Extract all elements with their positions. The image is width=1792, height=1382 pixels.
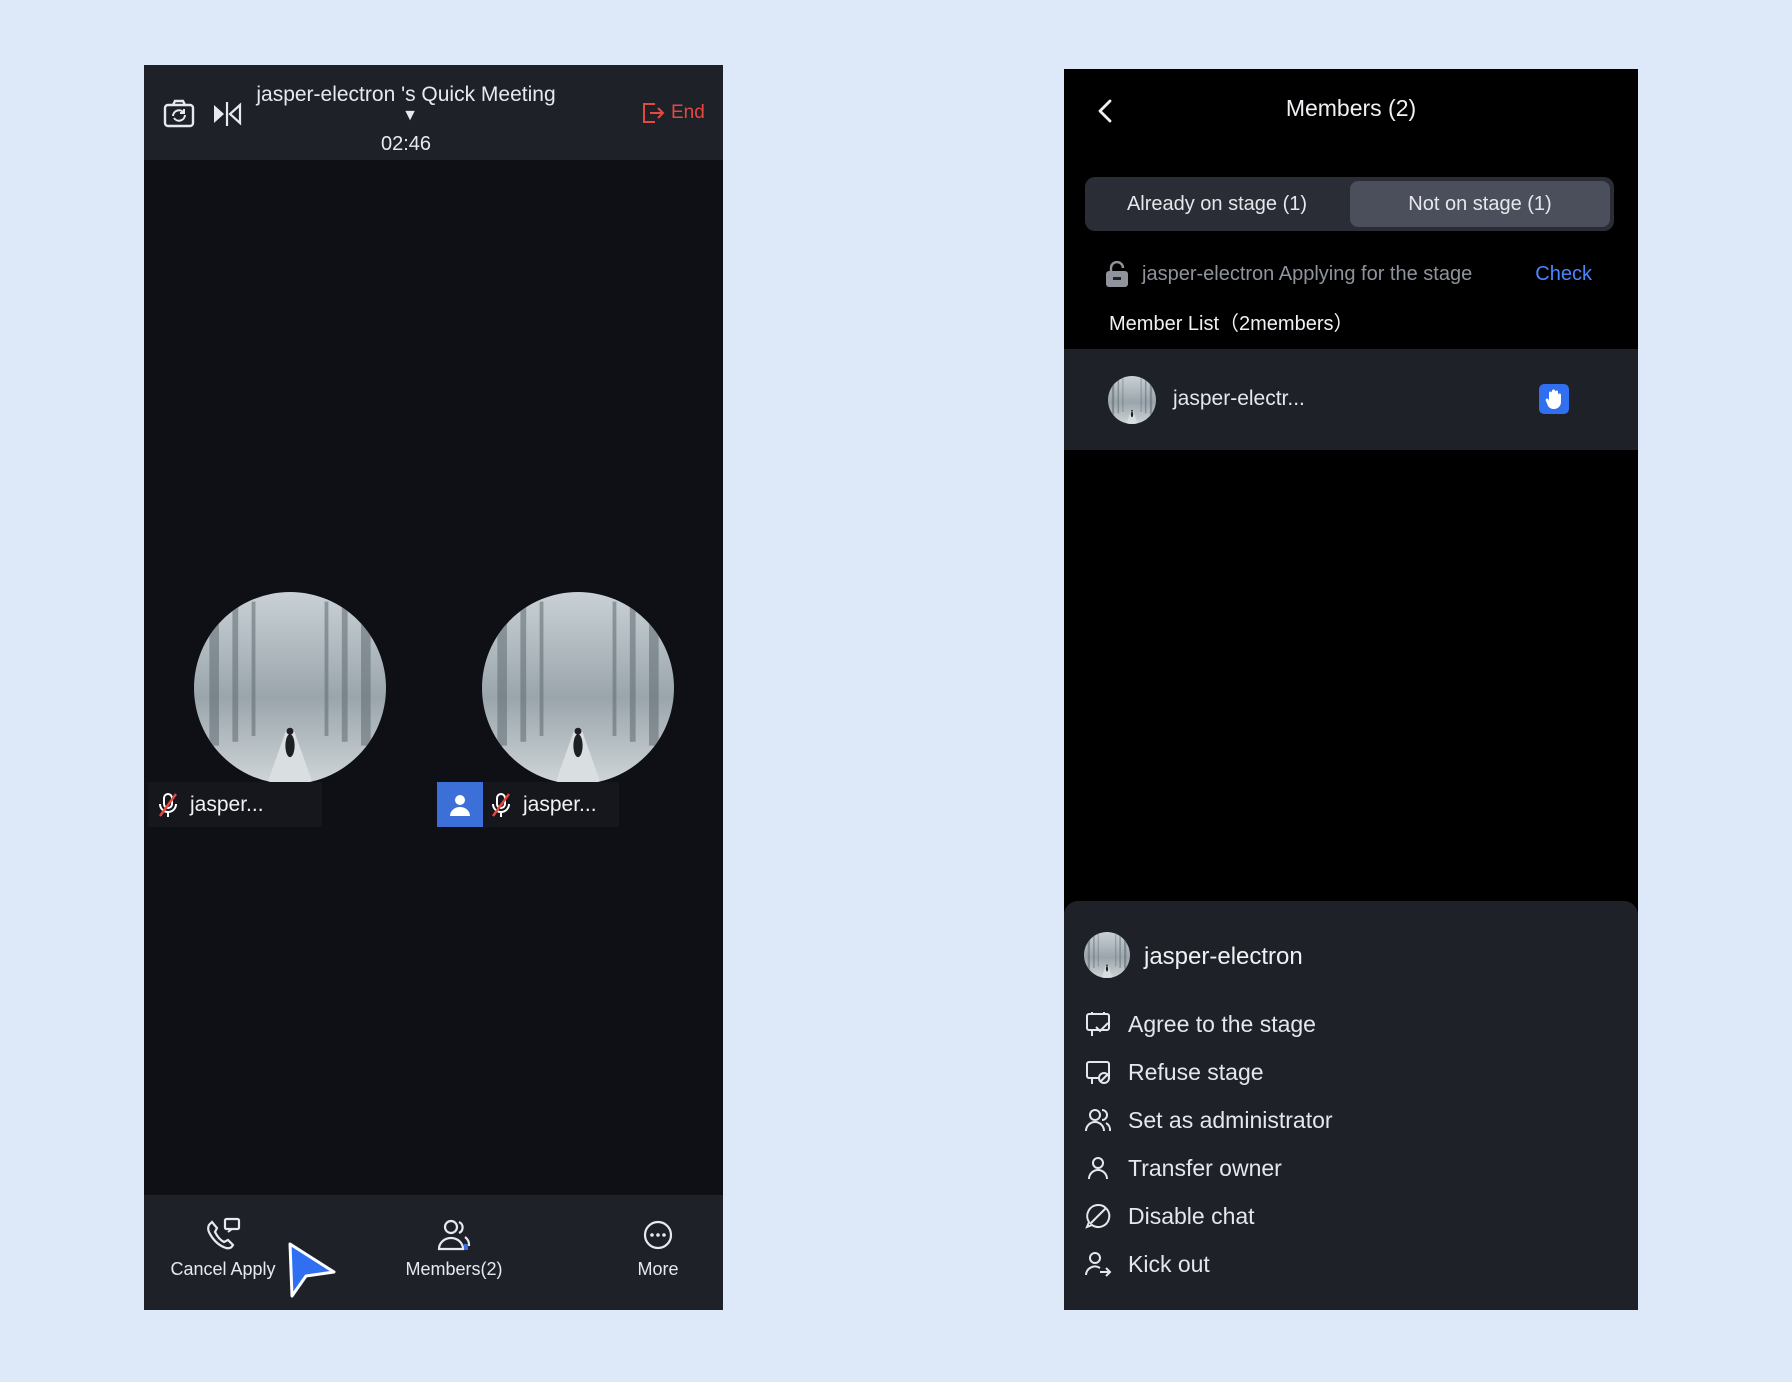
kick-out-button[interactable]: Kick out (1084, 1248, 1210, 1280)
avatar (1084, 932, 1130, 978)
transfer-owner-button[interactable]: Transfer owner (1084, 1152, 1282, 1184)
disable-chat-button[interactable]: Disable chat (1084, 1200, 1255, 1232)
cancel-apply-label: Cancel Apply (170, 1259, 276, 1279)
apply-notice-text: jasper-electron Applying for the stage (1142, 263, 1473, 285)
host-badge (437, 782, 483, 827)
stage-apply-icon (1106, 261, 1128, 287)
members-panel: Members (2) Already on stage (1) Not on … (1064, 69, 1638, 1310)
action-label: Transfer owner (1128, 1154, 1282, 1181)
action-label: Kick out (1128, 1250, 1210, 1277)
more-icon (643, 1220, 673, 1250)
participant-label: jasper... (437, 782, 619, 827)
agree-stage-button[interactable]: Agree to the stage (1084, 1008, 1316, 1040)
stage-apply-notice: jasper-electron Applying for the stage C… (1102, 257, 1622, 291)
switch-camera-icon[interactable] (162, 97, 196, 131)
raise-hand-icon (1539, 384, 1569, 414)
stage-agree-icon (1086, 1012, 1110, 1036)
meeting-title-area[interactable]: jasper-electron 's Quick Meeting▼ 02:46 (256, 83, 556, 156)
action-label: Refuse stage (1128, 1058, 1264, 1085)
participant-avatar[interactable] (194, 592, 386, 784)
meeting-bottom-bar: Cancel Apply Members(2) More (144, 1195, 723, 1310)
check-link[interactable]: Check (1535, 263, 1592, 286)
end-label: End (671, 102, 705, 123)
members-button[interactable]: Members(2) (399, 1217, 509, 1280)
person-icon (450, 794, 470, 816)
action-sheet-member-name: jasper-electron (1144, 943, 1303, 970)
member-action-sheet: jasper-electron Agree to the stage Refus… (1064, 901, 1638, 1310)
set-admin-button[interactable]: Set as administrator (1084, 1104, 1333, 1136)
more-label: More (637, 1259, 679, 1279)
meeting-header: jasper-electron 's Quick Meeting▼ 02:46 … (144, 65, 723, 160)
end-meeting-button[interactable]: End (641, 99, 705, 127)
action-label: Disable chat (1128, 1202, 1255, 1229)
owner-icon (1088, 1157, 1108, 1180)
member-list-title: Member List（2members） (1109, 313, 1354, 335)
participant-label: jasper... (148, 782, 322, 827)
pointer-cursor-icon (288, 1242, 336, 1298)
meeting-title: jasper-electron 's Quick Meeting (256, 83, 556, 106)
member-row[interactable]: jasper-electr... (1064, 349, 1638, 450)
more-button[interactable]: More (618, 1217, 698, 1280)
avatar (1108, 376, 1156, 424)
participant-avatar[interactable] (482, 592, 674, 784)
tab-not-on-stage[interactable]: Not on stage (1) (1350, 181, 1610, 227)
mic-muted-icon (159, 792, 177, 817)
mic-muted-icon (492, 792, 510, 817)
member-name: jasper-electr... (1173, 387, 1305, 410)
action-label: Set as administrator (1128, 1106, 1333, 1133)
meeting-screen: jasper-electron 's Quick Meeting▼ 02:46 … (144, 65, 723, 1310)
participant-name: jasper... (523, 792, 597, 816)
meeting-timer: 02:46 (380, 133, 432, 155)
phone-apply-icon (207, 1217, 241, 1250)
admin-icon (1085, 1109, 1112, 1132)
tab-already-on-stage[interactable]: Already on stage (1) (1089, 181, 1345, 227)
kick-out-icon (1085, 1252, 1112, 1277)
mirror-icon[interactable] (210, 97, 244, 131)
members-icon (437, 1219, 471, 1251)
action-label: Agree to the stage (1128, 1010, 1316, 1037)
members-label: Members(2) (405, 1259, 503, 1279)
stage-tabs: Already on stage (1) Not on stage (1) (1085, 177, 1614, 231)
cancel-apply-button[interactable]: Cancel Apply (168, 1217, 278, 1280)
members-title: Members (2) (1285, 95, 1417, 121)
chat-disabled-icon (1085, 1203, 1111, 1229)
caret-down-icon: ▼ (402, 107, 418, 124)
stage-refuse-icon (1086, 1061, 1110, 1084)
exit-icon (643, 103, 665, 123)
participant-name: jasper... (190, 792, 264, 816)
refuse-stage-button[interactable]: Refuse stage (1084, 1056, 1264, 1088)
